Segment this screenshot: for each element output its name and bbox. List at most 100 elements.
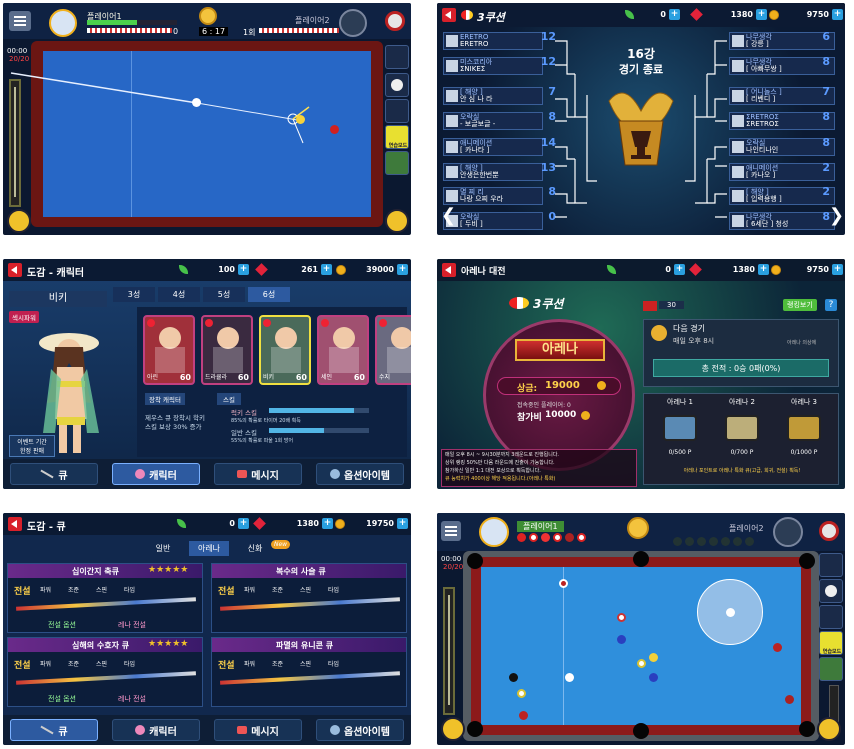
card-name: 드라큘라 <box>205 374 228 381</box>
character-button[interactable] <box>385 99 409 123</box>
nav-option-item[interactable]: 옵션아이템 <box>316 719 404 741</box>
stat-spin: 스핀 <box>96 661 108 668</box>
character-card[interactable]: 아린 60 <box>143 315 195 385</box>
stat-aim: 조준 <box>272 661 284 668</box>
cue-card[interactable]: 복수의 사슬 큐 전설 파워 조준 스핀 타임 <box>211 563 407 633</box>
cue-card[interactable]: 파멸의 유니콘 큐 전설 파워 조준 스핀 타임 <box>211 637 407 707</box>
nav-cue[interactable]: 큐 <box>10 463 98 485</box>
reward-chest-icon[interactable] <box>787 415 821 441</box>
spin-button[interactable] <box>385 73 409 97</box>
cue-grade: 전설 <box>14 587 31 597</box>
ball <box>517 689 526 698</box>
ball <box>617 613 626 622</box>
back-button[interactable] <box>442 263 456 277</box>
cue-card[interactable]: 십이간지 축큐 ★★★★★ 전설 파워 조준 스핀 타임 전설 옵션 레나 전설 <box>7 563 203 633</box>
player2-balls <box>673 537 754 546</box>
back-button[interactable] <box>8 517 22 531</box>
rotate-left-button[interactable] <box>441 717 465 741</box>
next-button[interactable] <box>817 717 841 741</box>
reward-box-name: 아레나 1 <box>667 398 693 406</box>
add-coin-button[interactable]: + <box>832 264 843 275</box>
character-button[interactable] <box>819 605 843 629</box>
map-button[interactable] <box>385 151 409 175</box>
cue-select-button[interactable] <box>385 45 409 69</box>
prev-arrow[interactable]: ❮ <box>441 205 456 226</box>
cue-option: 전설 옵션 <box>48 695 76 703</box>
tab-5-star[interactable]: 5성 <box>203 287 245 302</box>
nav-message[interactable]: 메시지 <box>214 463 302 485</box>
event-label: 이벤트 기간 한정 판매 <box>9 435 55 457</box>
next-button[interactable] <box>385 209 409 233</box>
avatar[interactable] <box>773 517 803 547</box>
add-gem-button[interactable]: + <box>758 264 769 275</box>
tab-myth[interactable]: 신화 <box>235 541 275 556</box>
panel-game-1: 플레이어1 0 6 : 17 1회 플레이어2 00:00 20/20 연습모드 <box>3 3 411 235</box>
cue-grade: 전설 <box>218 661 235 671</box>
nav-option-item[interactable]: 옵션아이템 <box>316 463 404 485</box>
heart-icon <box>263 319 271 327</box>
reward-chest-icon[interactable] <box>725 415 759 441</box>
avatar[interactable] <box>479 517 509 547</box>
trophy-icon <box>605 81 677 173</box>
help-icon[interactable]: ? <box>825 299 837 311</box>
tab-4-star[interactable]: 4성 <box>158 287 200 302</box>
spin-button[interactable] <box>819 579 843 603</box>
option-icon <box>330 469 340 479</box>
nav-cue[interactable]: 큐 <box>10 719 98 741</box>
heart-icon <box>147 319 155 327</box>
stat-time: 타임 <box>124 661 136 668</box>
heart-icon <box>205 319 213 327</box>
stat-spin: 스핀 <box>300 587 312 594</box>
add-coin-button[interactable]: + <box>397 518 408 529</box>
tab-3-star[interactable]: 3성 <box>113 287 155 302</box>
new-badge: New <box>271 540 291 549</box>
pocket <box>633 723 649 739</box>
practice-mode-button[interactable]: 연습모드 <box>385 125 409 149</box>
cue-card[interactable]: 심해의 수호자 큐 ★★★★★ 전설 파워 조준 스핀 타임 전설 옵션 레나 전설 <box>7 637 203 707</box>
practice-label: 연습모드 <box>822 649 842 655</box>
tab-arena[interactable]: 아레나 <box>189 541 229 556</box>
shot-count: 20/20 <box>443 563 464 571</box>
ranking-button[interactable]: 랭킹보기 <box>783 299 817 311</box>
tab-normal[interactable]: 일반 <box>143 541 183 556</box>
stat-power: 파워 <box>244 587 256 594</box>
add-leaf-button[interactable]: + <box>238 518 249 529</box>
leaf-currency: 100 + <box>179 264 249 275</box>
character-card[interactable]: 수지60 <box>375 315 411 385</box>
add-gem-button[interactable]: + <box>321 264 332 275</box>
record-icon[interactable] <box>819 521 839 541</box>
practice-mode-button[interactable]: 연습모드 <box>819 631 843 655</box>
reward-chest-icon[interactable] <box>663 415 697 441</box>
gem-icon <box>253 517 266 530</box>
skill2-name: 일반 스킬 <box>231 429 257 437</box>
skill1-desc: 85%의 확률로 타이머 20배 획득 <box>231 418 301 424</box>
character-figure <box>159 327 181 349</box>
nav-message[interactable]: 메시지 <box>214 719 302 741</box>
character-card[interactable]: 세인 60 <box>317 315 369 385</box>
add-leaf-button[interactable]: + <box>238 264 249 275</box>
next-arrow[interactable]: ❯ <box>829 205 844 226</box>
ball <box>519 711 528 720</box>
power-gauge[interactable] <box>443 587 455 715</box>
skill-title: 스킬 <box>217 393 241 405</box>
cue-select-button[interactable] <box>819 553 843 577</box>
menu-button[interactable] <box>441 521 461 541</box>
add-gem-button[interactable]: + <box>322 518 333 529</box>
leaf-icon <box>177 519 186 528</box>
next-game-time: 매일 오후 8시 <box>673 337 715 345</box>
map-button[interactable] <box>819 657 843 681</box>
stat-aim: 조준 <box>68 587 80 594</box>
character-card[interactable]: 비키 60 <box>259 315 311 385</box>
ball <box>637 659 646 668</box>
character-card[interactable]: 드라큘라 60 <box>201 315 253 385</box>
nav-character[interactable]: 캐릭터 <box>112 719 200 741</box>
stat-aim: 조준 <box>272 587 284 594</box>
character-figure <box>333 327 355 349</box>
card-level: 60 <box>237 373 249 382</box>
add-leaf-button[interactable]: + <box>674 264 685 275</box>
tab-6-star[interactable]: 6성 <box>248 287 290 302</box>
nav-character[interactable]: 캐릭터 <box>112 463 200 485</box>
add-coin-button[interactable]: + <box>397 264 408 275</box>
back-button[interactable] <box>8 263 22 277</box>
rotate-left-button[interactable] <box>7 209 31 233</box>
